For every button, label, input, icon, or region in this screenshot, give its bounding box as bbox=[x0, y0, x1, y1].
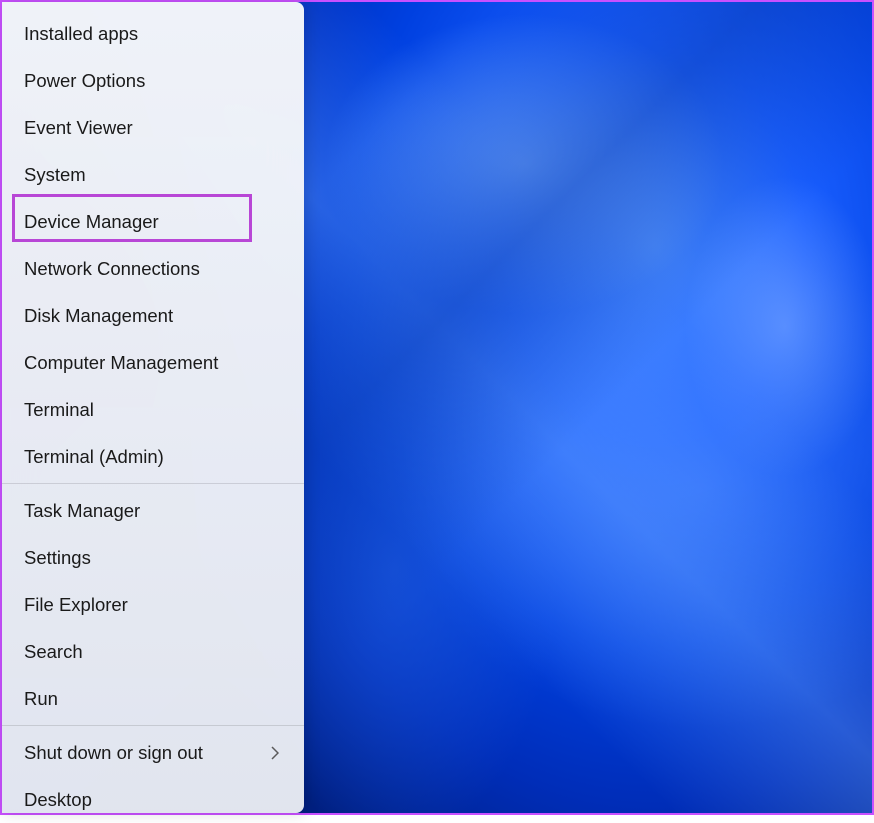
menu-item-label: Desktop bbox=[24, 789, 92, 811]
chevron-right-icon bbox=[268, 746, 282, 760]
menu-item-label: Settings bbox=[24, 547, 91, 569]
menu-item-label: Run bbox=[24, 688, 58, 710]
power-user-menu: Installed apps Power Options Event Viewe… bbox=[2, 2, 304, 813]
menu-item-label: Installed apps bbox=[24, 23, 138, 45]
menu-item-power-options[interactable]: Power Options bbox=[2, 57, 304, 104]
menu-item-label: Terminal (Admin) bbox=[24, 446, 164, 468]
menu-item-disk-management[interactable]: Disk Management bbox=[2, 292, 304, 339]
menu-item-device-manager[interactable]: Device Manager bbox=[2, 198, 304, 245]
menu-item-settings[interactable]: Settings bbox=[2, 534, 304, 581]
menu-item-computer-management[interactable]: Computer Management bbox=[2, 339, 304, 386]
menu-item-installed-apps[interactable]: Installed apps bbox=[2, 10, 304, 57]
menu-item-search[interactable]: Search bbox=[2, 628, 304, 675]
menu-item-shut-down[interactable]: Shut down or sign out bbox=[2, 729, 304, 776]
menu-item-system[interactable]: System bbox=[2, 151, 304, 198]
menu-item-label: Event Viewer bbox=[24, 117, 133, 139]
menu-item-task-manager[interactable]: Task Manager bbox=[2, 487, 304, 534]
menu-item-file-explorer[interactable]: File Explorer bbox=[2, 581, 304, 628]
menu-item-desktop[interactable]: Desktop bbox=[2, 776, 304, 823]
menu-item-terminal[interactable]: Terminal bbox=[2, 386, 304, 433]
menu-item-event-viewer[interactable]: Event Viewer bbox=[2, 104, 304, 151]
menu-item-label: Device Manager bbox=[24, 211, 159, 233]
menu-separator bbox=[2, 483, 304, 484]
menu-item-label: Search bbox=[24, 641, 83, 663]
menu-item-network-connections[interactable]: Network Connections bbox=[2, 245, 304, 292]
menu-item-label: Shut down or sign out bbox=[24, 742, 203, 764]
menu-item-label: Network Connections bbox=[24, 258, 200, 280]
menu-item-label: Computer Management bbox=[24, 352, 218, 374]
menu-item-label: Terminal bbox=[24, 399, 94, 421]
menu-item-label: File Explorer bbox=[24, 594, 128, 616]
menu-item-label: Task Manager bbox=[24, 500, 140, 522]
menu-separator bbox=[2, 725, 304, 726]
menu-item-label: Disk Management bbox=[24, 305, 173, 327]
menu-item-terminal-admin[interactable]: Terminal (Admin) bbox=[2, 433, 304, 480]
menu-item-label: System bbox=[24, 164, 86, 186]
menu-item-label: Power Options bbox=[24, 70, 145, 92]
menu-item-run[interactable]: Run bbox=[2, 675, 304, 722]
